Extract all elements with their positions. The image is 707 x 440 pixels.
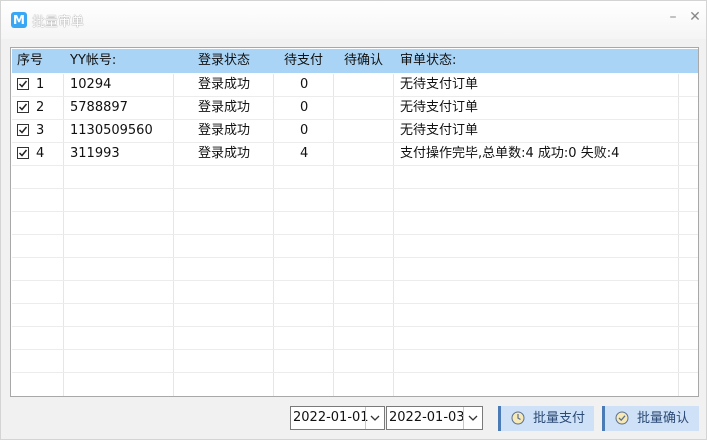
row-index: 2: [36, 100, 45, 115]
row-login-status: 登录成功: [198, 146, 251, 161]
start-date-picker[interactable]: 2022-01-01: [290, 406, 385, 430]
batch-review-window: M 批量审单 – ✕ 序号 YY帐号: 登录状态 待支付 待确认 审单状态: 1…: [0, 0, 707, 440]
row-review-status: 无待支付订单: [400, 100, 479, 115]
row-login-status: 登录成功: [198, 77, 251, 92]
app-logo-icon: M: [11, 12, 27, 28]
close-button[interactable]: ✕: [686, 9, 704, 25]
row-divider: [12, 188, 698, 189]
end-date-picker[interactable]: 2022-01-03: [386, 406, 483, 430]
table-row[interactable]: 2 5788897 登录成功 0 无待支付订单: [12, 97, 698, 119]
row-checkbox[interactable]: [17, 101, 29, 113]
row-divider: [12, 349, 698, 350]
row-account: 5788897: [70, 100, 128, 115]
row-checkbox[interactable]: [17, 124, 29, 136]
row-account: 1130509560: [70, 123, 153, 138]
batch-confirm-button[interactable]: 批量确认: [602, 406, 699, 431]
row-checkbox[interactable]: [17, 147, 29, 159]
header-pending-confirm[interactable]: 待确认: [344, 49, 383, 73]
checkmark-icon: [18, 103, 28, 111]
row-divider: [12, 280, 698, 281]
row-index: 1: [36, 77, 45, 92]
row-divider: [12, 234, 698, 235]
pay-icon: [511, 411, 525, 425]
batch-pay-button[interactable]: 批量支付: [498, 406, 594, 431]
minimize-button[interactable]: –: [664, 9, 682, 25]
row-checkbox[interactable]: [17, 78, 29, 90]
table-row[interactable]: 3 1130509560 登录成功 0 无待支付订单: [12, 120, 698, 142]
chevron-down-icon: [370, 415, 380, 421]
batch-pay-label: 批量支付: [533, 411, 586, 426]
table-row[interactable]: 1 10294 登录成功 0 无待支付订单: [12, 74, 698, 96]
row-divider: [12, 372, 698, 373]
row-divider: [12, 165, 698, 166]
checkmark-icon: [18, 149, 28, 157]
start-date-dropdown-button[interactable]: [365, 407, 384, 429]
row-pending-pay: 0: [300, 123, 309, 138]
row-review-status: 无待支付订单: [400, 123, 479, 138]
row-review-status: 支付操作完毕,总单数:4 成功:0 失败:4: [400, 146, 620, 161]
batch-confirm-label: 批量确认: [637, 411, 690, 426]
row-divider: [12, 303, 698, 304]
checkmark-icon: [18, 80, 28, 88]
header-login-status[interactable]: 登录状态: [198, 49, 250, 73]
row-pending-pay: 0: [300, 77, 309, 92]
title-bar: M 批量审单 – ✕: [1, 1, 706, 39]
header-account[interactable]: YY帐号:: [70, 49, 116, 73]
row-login-status: 登录成功: [198, 100, 251, 115]
end-date-value: 2022-01-03: [389, 410, 465, 425]
window-title: 批量审单: [32, 15, 85, 30]
chevron-down-icon: [468, 415, 478, 421]
row-index: 4: [36, 146, 45, 161]
row-login-status: 登录成功: [198, 123, 251, 138]
row-account: 10294: [70, 77, 112, 92]
row-pending-pay: 4: [300, 146, 309, 161]
row-account: 311993: [70, 146, 120, 161]
row-divider: [12, 257, 698, 258]
row-pending-pay: 0: [300, 100, 309, 115]
checkmark-icon: [18, 126, 28, 134]
confirm-icon: [615, 411, 629, 425]
account-grid: 序号 YY帐号: 登录状态 待支付 待确认 审单状态: 1 10294 登录成功…: [10, 47, 699, 397]
grid-header: 序号 YY帐号: 登录状态 待支付 待确认 审单状态:: [12, 49, 698, 73]
row-divider: [12, 211, 698, 212]
row-divider: [12, 326, 698, 327]
end-date-dropdown-button[interactable]: [463, 407, 482, 429]
header-pending-pay[interactable]: 待支付: [284, 49, 323, 73]
table-row[interactable]: 4 311993 登录成功 4 支付操作完毕,总单数:4 成功:0 失败:4: [12, 143, 698, 165]
header-index[interactable]: 序号: [17, 49, 43, 73]
start-date-value: 2022-01-01: [293, 410, 369, 425]
row-review-status: 无待支付订单: [400, 77, 479, 92]
row-index: 3: [36, 123, 45, 138]
header-review-status[interactable]: 审单状态:: [400, 49, 456, 73]
